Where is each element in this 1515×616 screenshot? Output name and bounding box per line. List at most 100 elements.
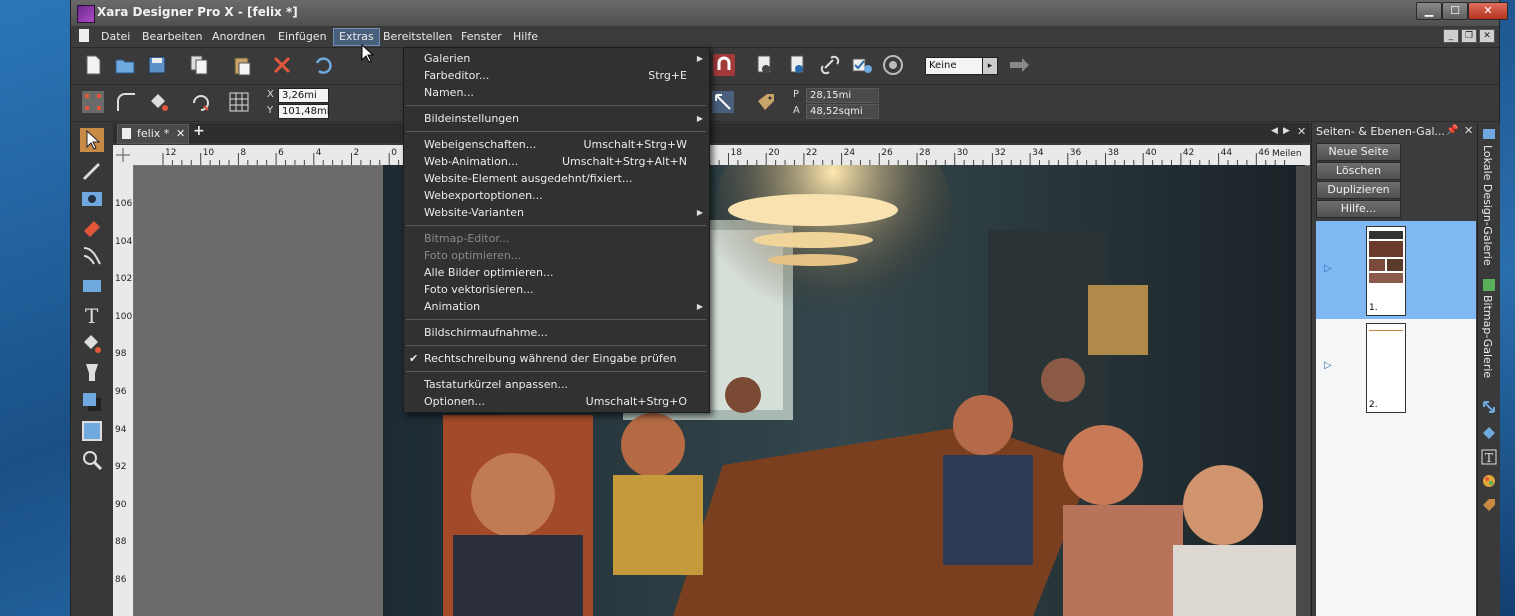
add-tab-icon[interactable]: + (193, 123, 205, 139)
expand-page-1-icon[interactable]: ▷ (1324, 263, 1332, 274)
bitmap-gallery-tab[interactable]: Bitmap-Galerie (1481, 295, 1494, 378)
save-icon[interactable] (146, 54, 168, 76)
fill-gallery-icon[interactable] (1481, 425, 1497, 441)
mdi-restore-button[interactable]: ❐ (1461, 29, 1477, 43)
menu-hilfe[interactable]: Hilfe (513, 30, 538, 46)
menu-item-farbeditor[interactable]: Farbeditor... (424, 69, 489, 82)
menu-item-animation[interactable]: Animation (424, 300, 480, 313)
menu-item-website-element[interactable]: Website-Element ausgedehnt/fixiert... (424, 172, 632, 185)
fill-tool-icon[interactable] (80, 332, 104, 356)
document-tab[interactable]: felix * ✕ (117, 124, 189, 144)
rotate-icon[interactable] (189, 91, 211, 113)
menu-item-galerien[interactable]: Galerien (424, 52, 470, 65)
undo-icon[interactable] (311, 54, 333, 76)
flash-dropdown[interactable]: Keine (925, 57, 988, 75)
menu-item-tastaturkuerzel[interactable]: Tastaturkürzel anpassen... (424, 378, 568, 391)
contour-tool-icon[interactable] (80, 244, 104, 268)
duplicate-page-button[interactable]: Duplizieren (1316, 181, 1401, 199)
preview-page-icon[interactable] (754, 54, 776, 76)
select-handles-icon[interactable] (82, 91, 104, 113)
checkmark-icon: ✔ (409, 352, 419, 365)
close-document-icon[interactable]: ✕ (1297, 125, 1306, 138)
new-document-icon[interactable] (82, 54, 104, 76)
menu-item-website-varianten[interactable]: Website-Varianten (424, 206, 524, 219)
transform-icon[interactable] (712, 91, 734, 113)
transform-gallery-icon[interactable] (1481, 399, 1497, 415)
rounded-corner-icon[interactable] (115, 91, 137, 113)
menu-anordnen[interactable]: Anordnen (212, 30, 265, 46)
document-icon[interactable] (79, 29, 89, 42)
page-thumbnail[interactable]: 1. (1366, 226, 1406, 316)
ruler-origin[interactable] (113, 145, 134, 166)
scroll-tabs-right-icon[interactable]: ▶ (1283, 126, 1290, 136)
help-button[interactable]: Hilfe... (1316, 200, 1401, 218)
menu-item-bildeinstellungen[interactable]: Bildeinstellungen (424, 112, 519, 125)
web-check-icon[interactable] (851, 54, 873, 76)
menu-item-namen[interactable]: Namen... (424, 86, 474, 99)
fill-bucket-icon[interactable] (147, 91, 169, 113)
eraser-tool-icon[interactable] (80, 215, 104, 239)
delete-icon[interactable] (271, 54, 293, 76)
minimize-button[interactable]: ▁ (1416, 2, 1442, 20)
ruler-tick-label: 106 (115, 199, 133, 209)
shadow-tool-icon[interactable] (80, 390, 104, 414)
grid-icon[interactable] (228, 91, 250, 113)
preview-website-icon[interactable] (787, 54, 809, 76)
paste-icon[interactable] (231, 54, 253, 76)
menu-item-rechtschreibung[interactable]: Rechtschreibung während der Eingabe prüf… (424, 352, 677, 365)
color-gallery-icon[interactable] (1481, 473, 1497, 489)
close-tab-icon[interactable]: ✕ (176, 127, 185, 140)
publish-icon[interactable] (882, 54, 904, 76)
close-button[interactable]: ✕ (1468, 2, 1508, 20)
menu-item-optionen[interactable]: Optionen... (424, 395, 485, 408)
link-icon[interactable] (819, 54, 841, 76)
menu-fenster[interactable]: Fenster (461, 30, 502, 46)
submenu-arrow-icon: ▶ (696, 114, 703, 123)
page-thumbnail[interactable]: 2. (1366, 323, 1406, 413)
new-page-button[interactable]: Neue Seite (1316, 143, 1401, 161)
maximize-button[interactable]: ☐ (1442, 2, 1468, 20)
delete-page-button[interactable]: Löschen (1316, 162, 1401, 180)
expand-page-2-icon[interactable]: ▷ (1324, 360, 1332, 371)
open-folder-icon[interactable] (114, 54, 136, 76)
menu-item-webeigenschaften[interactable]: Webeigenschaften... (424, 138, 536, 151)
menu-item-bildschirmaufnahme[interactable]: Bildschirmaufnahme... (424, 326, 548, 339)
menu-item-web-animation[interactable]: Web-Animation... (424, 155, 518, 168)
y-position-field[interactable]: 101,48mi (278, 104, 330, 119)
menu-bereitstellen[interactable]: Bereitstellen (383, 30, 452, 46)
tag-icon[interactable] (755, 91, 777, 113)
y-label: Y (267, 105, 274, 116)
snap-magnet-icon[interactable] (713, 54, 735, 76)
horizontal-ruler[interactable]: 1210864202468101214161820222426283032343… (133, 145, 1310, 166)
vertical-ruler[interactable]: 106 104 102 100 98 96 94 92 90 88 86 (113, 165, 134, 616)
font-gallery-icon[interactable]: T (1481, 449, 1497, 465)
text-tool-icon[interactable]: T (80, 303, 104, 327)
scroll-tabs-left-icon[interactable]: ◀ (1271, 126, 1278, 136)
menu-item-foto-vektorisieren[interactable]: Foto vektorisieren... (424, 283, 534, 296)
close-gallery-icon[interactable]: ✕ (1464, 124, 1473, 137)
menu-datei[interactable]: Datei (101, 30, 130, 46)
copy-icon[interactable] (188, 54, 210, 76)
menu-item-webexportoptionen[interactable]: Webexportoptionen... (424, 189, 543, 202)
dropdown-arrow-icon[interactable]: ▸ (982, 57, 998, 75)
vertical-scrollbar[interactable] (1296, 166, 1310, 616)
pin-icon[interactable]: 📌 (1446, 125, 1458, 136)
photo-tool-icon[interactable] (80, 186, 104, 210)
freehand-tool-icon[interactable] (80, 158, 104, 182)
mdi-close-button[interactable]: ✕ (1479, 29, 1495, 43)
design-gallery-icon[interactable] (1482, 128, 1496, 140)
transparency-tool-icon[interactable] (80, 361, 104, 385)
bitmap-gallery-icon[interactable] (1482, 278, 1496, 292)
selector-tool-icon[interactable] (80, 128, 104, 152)
x-position-field[interactable]: 3,26mi (278, 88, 329, 103)
rectangle-tool-icon[interactable] (80, 274, 104, 298)
local-design-gallery-tab[interactable]: Lokale Design-Galerie (1481, 145, 1494, 266)
mdi-minimize-button[interactable]: _ (1443, 29, 1459, 43)
menu-item-alle-bilder-optimieren[interactable]: Alle Bilder optimieren... (424, 266, 553, 279)
name-gallery-icon[interactable] (1481, 497, 1497, 513)
zoom-tool-icon[interactable] (80, 448, 104, 472)
menu-einfuegen[interactable]: Einfügen (278, 30, 327, 46)
menu-bearbeiten[interactable]: Bearbeiten (142, 30, 202, 46)
bevel-tool-icon[interactable] (80, 419, 104, 443)
go-arrow-icon[interactable] (1008, 54, 1030, 76)
